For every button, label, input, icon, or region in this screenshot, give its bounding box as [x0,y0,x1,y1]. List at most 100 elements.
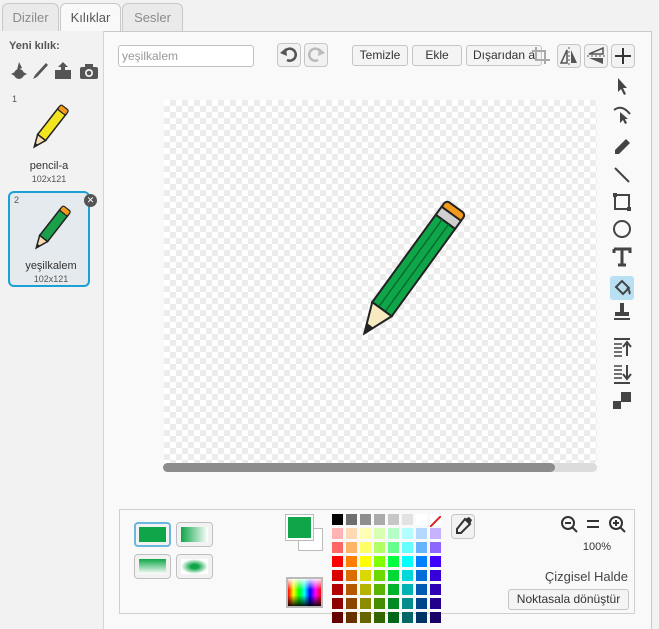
eyedropper-button[interactable] [451,514,475,539]
ellipse-tool[interactable] [610,217,634,241]
color-swatch[interactable] [332,514,343,525]
color-swatch[interactable] [430,584,441,595]
color-swatch[interactable] [416,612,427,623]
redo-button[interactable] [304,43,328,67]
pencil-tool[interactable] [610,135,634,159]
add-button[interactable]: Ekle [412,45,462,66]
color-swatch[interactable] [416,528,427,539]
color-swatch[interactable] [346,556,357,567]
zoom-in-icon[interactable] [606,514,628,534]
color-swatch[interactable] [360,612,371,623]
color-swatch[interactable] [346,570,357,581]
set-costume-center-tool[interactable] [610,389,634,413]
tab-scripts[interactable]: Diziler [2,3,59,32]
flip-vertical-button[interactable] [584,44,608,68]
upload-icon[interactable] [52,60,74,82]
crop-icon[interactable] [530,45,552,66]
zoom-reset-icon[interactable] [582,514,604,534]
color-swatch[interactable] [430,612,441,623]
fill-horizontal-gradient[interactable] [176,522,213,547]
color-swatch[interactable] [374,556,385,567]
color-swatch[interactable] [374,584,385,595]
color-swatch[interactable] [360,570,371,581]
color-swatch[interactable] [346,542,357,553]
color-swatch[interactable] [332,584,343,595]
color-swatch[interactable] [402,584,413,595]
undo-button[interactable] [277,43,301,67]
color-swatch[interactable] [402,542,413,553]
color-swatch[interactable] [402,612,413,623]
color-swatch[interactable] [346,584,357,595]
send-backward-tool[interactable] [610,362,634,386]
fill-solid[interactable] [134,522,171,547]
paint-from-library-icon[interactable] [8,60,30,82]
color-swatch[interactable] [388,556,399,567]
color-swatch[interactable] [374,542,385,553]
clear-button[interactable]: Temizle [352,45,408,66]
color-swatch[interactable] [360,514,371,525]
paint-canvas[interactable] [164,100,597,463]
rectangle-tool[interactable] [610,190,634,214]
color-swatch[interactable] [430,598,441,609]
convert-to-bitmap-button[interactable]: Noktasala dönüştür [508,589,629,610]
flip-horizontal-button[interactable] [557,44,581,68]
color-swatch[interactable] [416,570,427,581]
color-swatch[interactable] [332,570,343,581]
color-swatch[interactable] [388,542,399,553]
color-swatch[interactable] [402,598,413,609]
color-swatch[interactable] [402,556,413,567]
scrollbar-thumb[interactable] [163,463,555,472]
bring-forward-tool[interactable] [610,335,634,359]
color-swatch[interactable] [402,528,413,539]
color-swatch[interactable] [416,556,427,567]
reshape-tool[interactable] [610,102,634,126]
transparent-color-swatch[interactable] [429,514,442,528]
color-swatch[interactable] [402,514,413,525]
color-swatch[interactable] [388,598,399,609]
color-swatch[interactable] [360,528,371,539]
camera-icon[interactable] [78,60,100,82]
fill-radial-gradient[interactable] [176,554,213,579]
color-swatch[interactable] [360,542,371,553]
tab-costumes[interactable]: Kılıklar [60,3,121,33]
color-swatch[interactable] [374,514,385,525]
color-swatch[interactable] [374,612,385,623]
color-swatch[interactable] [430,570,441,581]
primary-color-swatch[interactable] [285,514,314,541]
color-swatch[interactable] [346,514,357,525]
color-swatch[interactable] [388,570,399,581]
color-swatch[interactable] [388,528,399,539]
color-spectrum-picker[interactable] [286,577,323,608]
text-tool[interactable] [610,245,634,269]
costume-name-input[interactable] [118,45,254,67]
paint-brush-icon[interactable] [30,60,52,82]
color-swatch[interactable] [360,584,371,595]
color-swatch[interactable] [360,598,371,609]
color-swatch[interactable] [430,528,441,539]
color-swatch[interactable] [332,542,343,553]
costume-item-2[interactable]: 2 yeşilkalem 102x121 [8,191,90,287]
fill-vertical-gradient[interactable] [134,554,171,579]
color-swatch[interactable] [402,570,413,581]
color-swatch[interactable] [346,612,357,623]
color-swatch[interactable] [388,584,399,595]
line-tool[interactable] [610,163,634,187]
color-swatch[interactable] [332,612,343,623]
select-tool[interactable] [610,74,634,98]
color-swatch[interactable] [374,570,385,581]
color-swatch[interactable] [388,612,399,623]
stamp-tool[interactable] [610,300,634,324]
color-swatch[interactable] [416,598,427,609]
color-swatch[interactable] [360,556,371,567]
costume-item-1[interactable]: 1 pencil-a 102x121 [8,92,90,186]
color-swatch[interactable] [332,598,343,609]
tab-sounds[interactable]: Sesler [122,3,183,32]
color-swatch[interactable] [388,514,399,525]
color-swatch[interactable] [430,556,441,567]
color-swatch[interactable] [374,528,385,539]
color-swatch[interactable] [346,598,357,609]
color-swatch[interactable] [374,598,385,609]
color-swatch[interactable] [332,528,343,539]
color-swatch[interactable] [430,542,441,553]
color-swatch[interactable] [332,556,343,567]
